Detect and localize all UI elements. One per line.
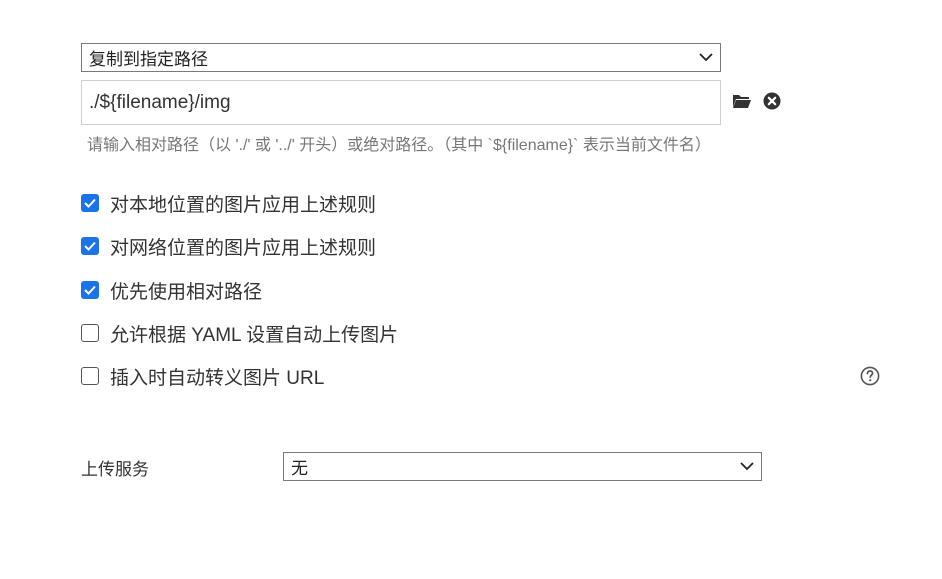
image-insert-mode-select[interactable]: 复制到指定路径 xyxy=(81,43,721,72)
option-escape-image-url[interactable]: 插入时自动转义图片 URL xyxy=(81,363,324,389)
upload-service-label: 上传服务 xyxy=(81,460,149,479)
option-prefer-relative-path[interactable]: 优先使用相对路径 xyxy=(81,277,262,303)
option-apply-local-images[interactable]: 对本地位置的图片应用上述规则 xyxy=(81,190,376,216)
checkbox-checked[interactable] xyxy=(81,237,99,255)
option-apply-network-images[interactable]: 对网络位置的图片应用上述规则 xyxy=(81,233,376,259)
checkbox-checked[interactable] xyxy=(81,281,99,299)
option-label: 允许根据 YAML 设置自动上传图片 xyxy=(110,324,399,346)
option-yaml-auto-upload[interactable]: 允许根据 YAML 设置自动上传图片 xyxy=(81,320,398,346)
image-settings-panel: 复制到指定路径 请输入相对路径（以 './' 或 '../' 开头）或绝对路径。… xyxy=(0,0,942,579)
image-path-hint: 请输入相对路径（以 './' 或 '../' 开头）或绝对路径。（其中 `${f… xyxy=(87,137,711,154)
checkbox-checked[interactable] xyxy=(81,194,99,212)
option-label: 对网络位置的图片应用上述规则 xyxy=(110,237,377,259)
image-insert-mode-value: 复制到指定路径 xyxy=(89,50,208,69)
folder-icon[interactable] xyxy=(731,90,753,112)
upload-service-value: 无 xyxy=(291,459,308,478)
checkbox-unchecked[interactable] xyxy=(81,324,99,342)
option-label: 插入时自动转义图片 URL xyxy=(110,367,325,389)
option-label: 对本地位置的图片应用上述规则 xyxy=(110,194,377,216)
option-label: 优先使用相对路径 xyxy=(110,281,263,303)
upload-service-select[interactable]: 无 xyxy=(283,452,762,481)
close-circle-icon[interactable] xyxy=(762,91,782,111)
chevron-down-icon xyxy=(699,53,713,63)
chevron-down-icon xyxy=(740,462,754,472)
image-path-input[interactable] xyxy=(81,80,721,125)
help-circle-icon[interactable] xyxy=(859,365,881,387)
checkbox-unchecked[interactable] xyxy=(81,367,99,385)
